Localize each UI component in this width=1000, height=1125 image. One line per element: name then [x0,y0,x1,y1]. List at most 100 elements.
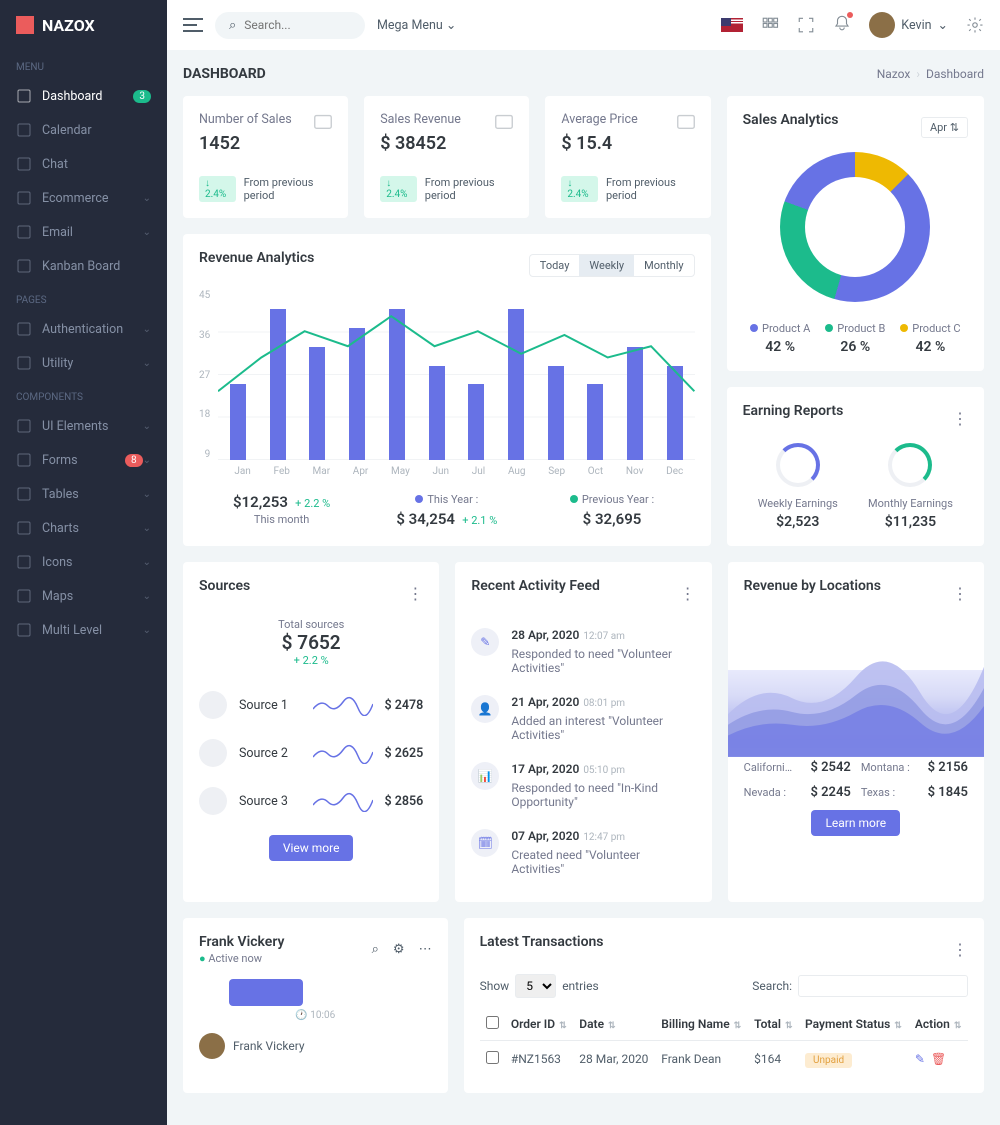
notifications-icon[interactable] [833,14,851,36]
sidebar-item-multi-level[interactable]: Multi Level ⌄ [0,613,167,647]
sparkline [313,742,373,764]
sidebar-item-tables[interactable]: Tables ⌄ [0,477,167,511]
location-row: Nevada :$ 2245 [744,785,851,800]
chevron-down-icon: ⌄ [938,17,948,33]
revenue-analytics-card: Revenue Analytics TodayWeeklyMonthly 453… [183,234,711,546]
more-icon[interactable]: ⋮ [952,409,968,428]
chevron-down-icon: ⌄ [143,557,151,568]
chat-message [229,979,303,1006]
sidebar: NAZOX MENU Dashboard 3 Calendar Chat Eco… [0,0,167,1125]
menu-section-title: PAGES [0,283,167,312]
sidebar-item-utility[interactable]: Utility ⌄ [0,346,167,380]
stat-card: Number of Sales 1452 ↓ 2.4%From previous… [183,96,348,218]
sidebar-item-icons[interactable]: Icons ⌄ [0,545,167,579]
activity-item: 👤21 Apr, 202008:01 pmAdded an interest "… [471,685,695,752]
chevron-down-icon: ⌄ [143,324,151,335]
chevron-down-icon: ⌄ [143,227,151,238]
sidebar-item-chat[interactable]: Chat [0,147,167,181]
search-icon: ⌕ [229,18,236,33]
location-row: Texas :$ 1845 [861,785,968,800]
transactions-card: Latest Transactions ⋮ Show 5 entries Sea… [464,918,984,1093]
user-menu[interactable]: Kevin ⌄ [869,12,948,38]
stat-icon [675,110,697,132]
logo[interactable]: NAZOX [0,0,167,50]
apps-grid-icon[interactable] [761,16,779,34]
search-box[interactable]: ⌕ [215,12,365,39]
logo-icon [16,16,34,34]
source-icon [199,739,227,767]
brand-name: NAZOX [42,16,95,35]
more-icon[interactable]: ⋮ [680,584,696,603]
select-all-checkbox[interactable] [486,1016,499,1029]
sidebar-item-maps[interactable]: Maps ⌄ [0,579,167,613]
table-search-input[interactable] [798,975,968,997]
sales-analytics-card: Sales Analytics Apr ⇅ Product A42 %Produ… [727,96,984,371]
table-header[interactable]: Action⇅ [909,1008,968,1041]
tab-today[interactable]: Today [530,255,580,276]
activity-item: 🗓07 Apr, 202012:47 pmCreated need "Volun… [471,819,695,886]
sidebar-item-calendar[interactable]: Calendar [0,113,167,147]
tab-monthly[interactable]: Monthly [634,255,694,276]
sidebar-item-kanban-board[interactable]: Kanban Board [0,249,167,283]
table-header[interactable]: Total⇅ [748,1008,799,1041]
sidebar-item-ecommerce[interactable]: Ecommerce ⌄ [0,181,167,215]
chevron-down-icon: ⌄ [143,193,151,204]
search-input[interactable] [244,18,351,32]
chevron-down-icon: ⌄ [143,489,151,500]
nav-icon [16,258,32,274]
activity-icon: 📊 [471,762,499,790]
sparkline [313,694,373,716]
avatar [199,1033,225,1059]
nav-icon [16,224,32,240]
source-row: Source 1$ 2478 [199,681,423,729]
sidebar-item-email[interactable]: Email ⌄ [0,215,167,249]
nav-icon [16,418,32,434]
page-size-select[interactable]: 5 [515,974,556,998]
gear-icon[interactable]: ⚙ [393,942,405,957]
card-title: Revenue Analytics [199,250,314,266]
sidebar-item-authentication[interactable]: Authentication ⌄ [0,312,167,346]
table-header[interactable]: Payment Status⇅ [799,1008,909,1041]
tab-weekly[interactable]: Weekly [579,255,634,276]
revenue-locations-card: Revenue by Locations ⋮ Californi…$ 2542M… [728,562,984,902]
source-row: Source 2$ 2625 [199,729,423,777]
edit-icon[interactable]: ✎ [915,1052,925,1066]
table-header[interactable]: Billing Name⇅ [655,1008,748,1041]
sidebar-item-forms[interactable]: Forms 8 ⌄ [0,443,167,477]
sidebar-item-charts[interactable]: Charts ⌄ [0,511,167,545]
more-icon[interactable]: ⋯ [419,942,432,957]
activity-item: 📊17 Apr, 202005:10 pmResponded to need "… [471,752,695,819]
table-header[interactable]: Date⇅ [573,1008,655,1041]
nav-icon [16,190,32,206]
language-flag-icon[interactable] [721,18,743,32]
sparkline [313,790,373,812]
nav-icon [16,452,32,468]
row-checkbox[interactable] [486,1051,499,1064]
period-select[interactable]: Apr ⇅ [921,117,968,138]
menu-toggle-icon[interactable] [183,18,203,32]
delete-icon[interactable]: 🗑 [931,1052,946,1066]
table-header[interactable]: Order ID⇅ [505,1008,573,1041]
chevron-down-icon: ⌄ [143,591,151,602]
view-more-button[interactable]: View more [269,835,354,861]
learn-more-button[interactable]: Learn more [811,810,900,836]
sidebar-item-ui-elements[interactable]: UI Elements ⌄ [0,409,167,443]
more-icon[interactable]: ⋮ [407,584,423,603]
chevron-down-icon: ⌄ [143,455,151,466]
source-icon [199,787,227,815]
chevron-down-icon: ⌄ [143,358,151,369]
transactions-table: Order ID⇅Date⇅Billing Name⇅Total⇅Payment… [480,1008,968,1077]
avatar [869,12,895,38]
stat-card: Average Price $ 15.4 ↓ 2.4%From previous… [545,96,710,218]
fullscreen-icon[interactable] [797,16,815,34]
settings-gear-icon[interactable] [966,16,984,34]
menu-section-title: COMPONENTS [0,380,167,409]
search-icon[interactable]: ⌕ [372,942,379,957]
chevron-down-icon: ⌄ [143,523,151,534]
mega-menu[interactable]: Mega Menu ⌄ [377,17,456,33]
more-icon[interactable]: ⋮ [952,584,968,603]
more-icon[interactable]: ⋮ [952,940,968,959]
table-row: #NZ156328 Mar, 2020Frank Dean$164Unpaid✎… [480,1041,968,1078]
sidebar-item-dashboard[interactable]: Dashboard 3 [0,79,167,113]
period-tabs: TodayWeeklyMonthly [529,254,695,277]
